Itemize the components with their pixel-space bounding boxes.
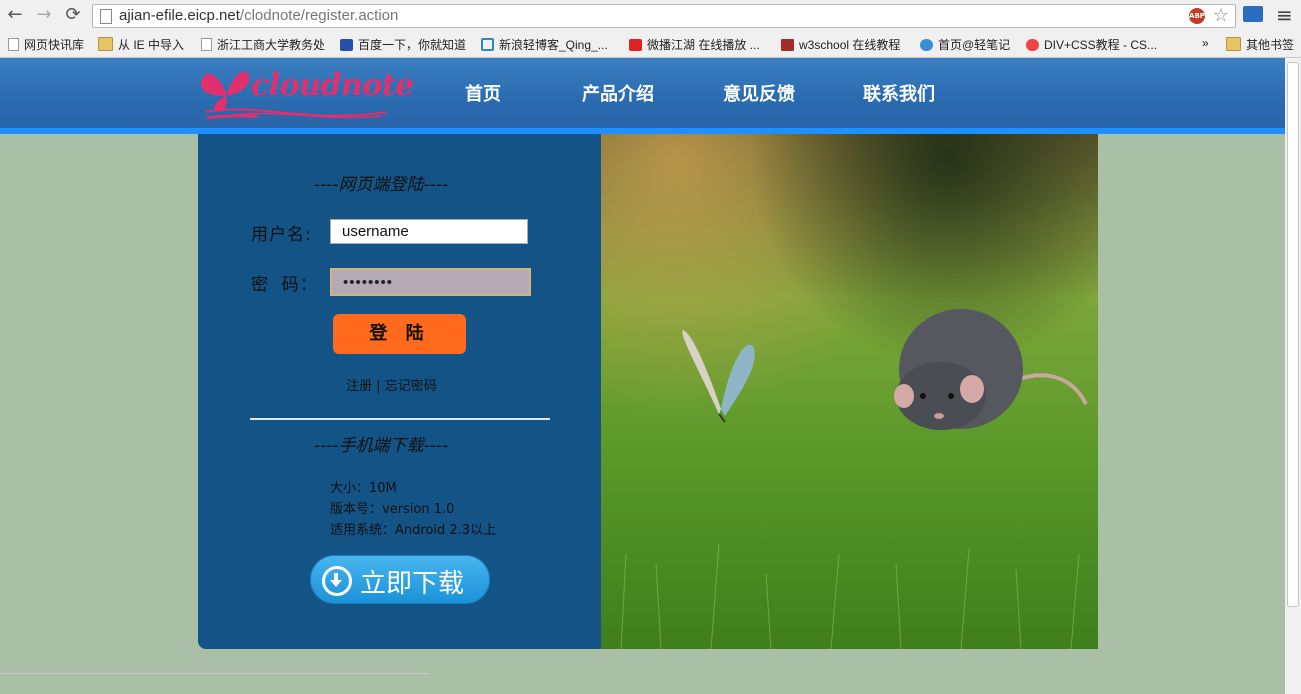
menu-icon[interactable]: ≡: [1276, 3, 1293, 27]
bookmark-item[interactable]: 首页@轻笔记: [920, 36, 1010, 53]
account-links: 注册 | 忘记密码: [346, 375, 437, 394]
bookmark-item[interactable]: 微播江湖 在线播放 ...: [629, 36, 760, 53]
nav-contact[interactable]: 联系我们: [863, 80, 935, 106]
forward-icon[interactable]: →: [33, 4, 55, 26]
login-button[interactable]: 登 陆: [333, 314, 466, 354]
56-icon: [629, 39, 642, 51]
folder-icon: [98, 37, 113, 51]
browser-toolbar: ← → ⟳ ajian-efile.eicp.net/clodnote/regi…: [0, 0, 1301, 32]
app-version: 版本号：version 1.0: [330, 502, 455, 517]
username-input[interactable]: [330, 219, 528, 244]
download-button[interactable]: 立即下载: [310, 555, 490, 604]
bookmark-item[interactable]: 浙江工商大学教务处: [201, 36, 325, 53]
css-icon: [1026, 39, 1039, 51]
bookmark-item[interactable]: 百度一下，你就知道: [340, 36, 466, 53]
app-system-requirement: 适用系统：Android 2.3以上: [330, 523, 497, 538]
url-text: ajian-efile.eicp.net/clodnote/register.a…: [119, 7, 399, 24]
w3school-icon: [781, 39, 794, 51]
mouse-butterfly-photo: [601, 134, 1098, 649]
forgot-password-link[interactable]: 忘记密码: [385, 379, 437, 394]
divider: [250, 418, 550, 420]
logo-text: cloudnote: [251, 68, 414, 103]
bookmark-item[interactable]: DIV+CSS教程 - CS...: [1026, 36, 1157, 53]
extension-icon[interactable]: [1243, 6, 1263, 22]
other-bookmarks[interactable]: 其他书签: [1226, 36, 1294, 53]
web-login-title: ----网页端登陆----: [314, 175, 449, 195]
adblock-icon[interactable]: ABP: [1189, 8, 1205, 24]
bookmarks-overflow-icon[interactable]: »: [1202, 36, 1209, 50]
cloudnote-logo[interactable]: cloudnote: [197, 62, 414, 124]
bookmark-star-icon[interactable]: ☆: [1213, 5, 1229, 26]
app-size: 大小：10M: [330, 481, 397, 496]
nav-home[interactable]: 首页: [465, 80, 501, 106]
link-separator: |: [376, 379, 381, 394]
scrollbar-thumb[interactable]: [1287, 62, 1299, 607]
folder-icon: [1226, 37, 1241, 51]
bookmark-item[interactable]: 网页快讯库: [8, 36, 84, 53]
password-input[interactable]: [330, 268, 531, 296]
download-icon: [322, 566, 352, 596]
username-label: 用户名:: [251, 225, 312, 245]
status-line: [0, 673, 428, 674]
cloud-icon: [920, 39, 933, 51]
page-icon: [100, 9, 112, 24]
bookmark-item[interactable]: 从 IE 中导入: [98, 36, 184, 53]
nav-products[interactable]: 产品介绍: [582, 80, 654, 106]
qing-icon: [481, 38, 494, 51]
password-label: 密 码：: [251, 275, 318, 295]
bookmarks-bar: 网页快讯库 从 IE 中导入 浙江工商大学教务处 百度一下，你就知道 新浪轻博客…: [0, 32, 1301, 58]
mobile-download-title: ----手机端下载----: [314, 436, 449, 456]
page-icon: [8, 38, 19, 51]
nav-feedback[interactable]: 意见反馈: [723, 80, 795, 106]
reload-icon[interactable]: ⟳: [62, 4, 84, 26]
page-icon: [201, 38, 212, 51]
hero-image: [601, 134, 1098, 649]
download-label: 立即下载: [360, 569, 465, 599]
bookmark-item[interactable]: 新浪轻博客_Qing_...: [481, 36, 608, 53]
back-icon[interactable]: ←: [4, 4, 26, 26]
address-bar[interactable]: ajian-efile.eicp.net/clodnote/register.a…: [92, 4, 1236, 28]
baidu-paw-icon: [340, 39, 353, 51]
register-link[interactable]: 注册: [346, 379, 372, 394]
bookmark-item[interactable]: w3school 在线教程: [781, 36, 900, 53]
